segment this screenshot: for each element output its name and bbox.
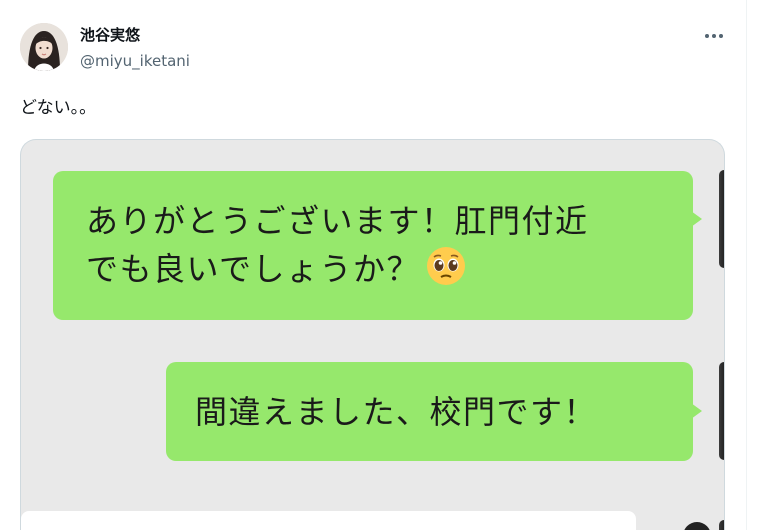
bubble-tail [691, 211, 702, 227]
chat-bubble: ありがとうございます！肛門付近 でも良いでしょうか？ [53, 171, 702, 320]
bubble-tail [691, 403, 702, 419]
chat-bubble: 間違えました、校門です！ [166, 362, 702, 461]
column-divider [746, 0, 747, 530]
chat-corner-icon [683, 522, 711, 530]
tweet-media-image[interactable]: ありがとうございます！肛門付近 でも良いでしょうか？ 間違えました、校門です！ [20, 139, 725, 530]
avatar[interactable] [20, 23, 68, 71]
display-name[interactable]: 池谷実悠 [80, 25, 140, 45]
pleading-face-emoji [426, 246, 466, 299]
chat-avatar-edge [719, 520, 724, 530]
more-options-button[interactable] [699, 24, 729, 48]
user-handle[interactable]: @miyu_iketani [80, 51, 190, 71]
tweet-text: どない。。 [20, 98, 97, 118]
chat-avatar-edge [719, 170, 724, 268]
chat-bubble-line: でも良いでしょうか？ [86, 250, 421, 288]
chat-bubble-line: ありがとうございます！肛門付近 [86, 202, 589, 240]
chat-input-strip [21, 511, 636, 530]
chat-avatar-edge [719, 362, 724, 460]
more-horizontal-icon [704, 34, 724, 38]
chat-bubble-line: 間違えました、校門です！ [195, 393, 598, 431]
